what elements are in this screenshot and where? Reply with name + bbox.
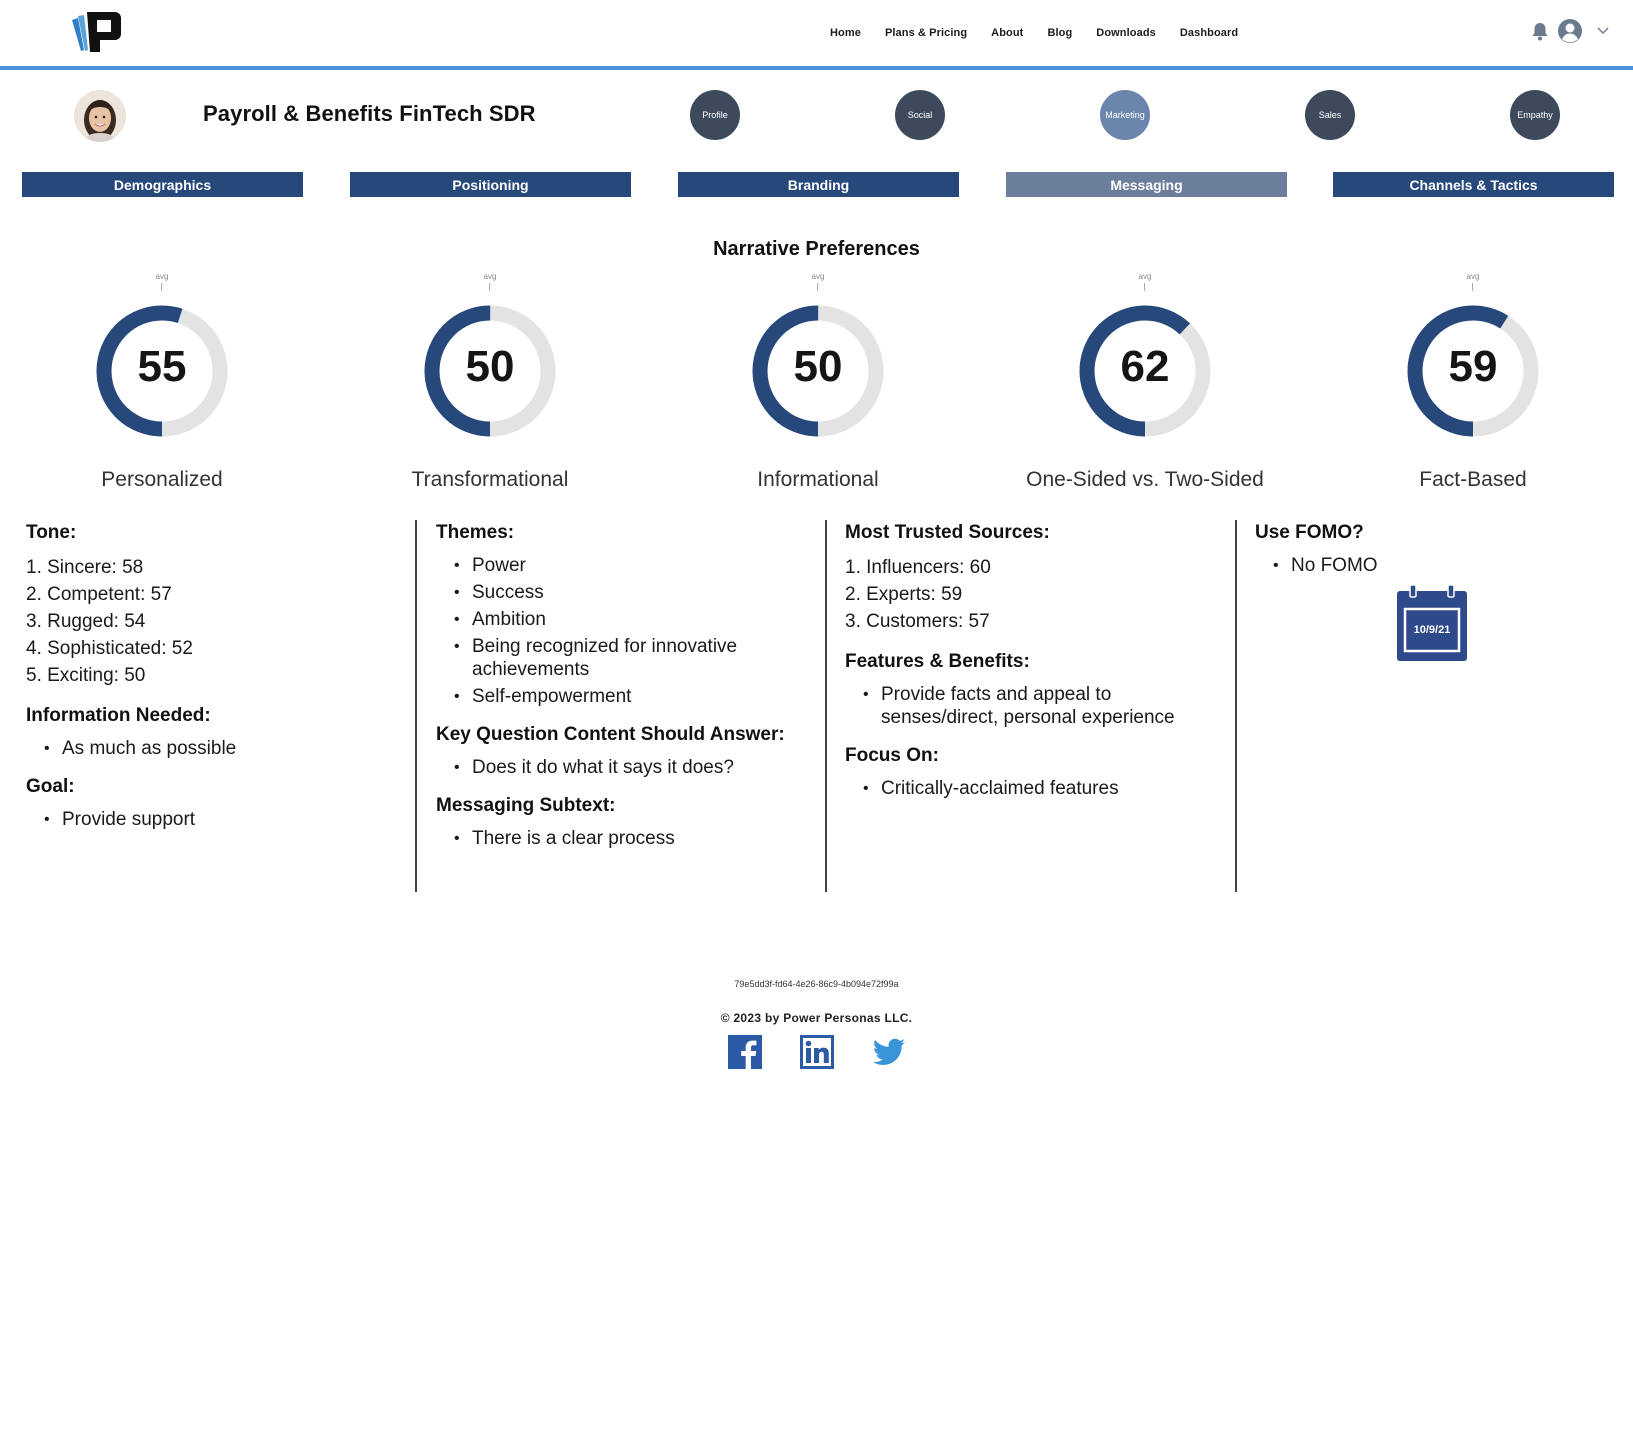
gauge-informational: avg 50 Informational — [688, 272, 948, 502]
column-fomo: Use FOMO? No FOMO — [1255, 520, 1615, 892]
focus-on-heading: Focus On: — [845, 745, 939, 766]
avg-label: avg — [811, 272, 825, 281]
goal-item: Provide support — [26, 808, 396, 831]
column-sources: Most Trusted Sources: 1. Influencers: 60… — [845, 520, 1220, 892]
avg-tick — [161, 283, 162, 291]
avg-tick — [1144, 283, 1145, 291]
key-question-heading: Key Question Content Should Answer: — [436, 724, 785, 745]
tone-item: 3. Rugged: 54 — [26, 611, 146, 632]
themes-item: Power — [436, 554, 806, 577]
themes-item: Success — [436, 581, 806, 604]
user-controls — [1531, 18, 1611, 44]
gauge-personalized: avg 55 Personalized — [32, 272, 292, 502]
source-item: 1. Influencers: 60 — [845, 557, 991, 578]
features-benefits-item: Provide facts and appeal to senses/direc… — [845, 683, 1220, 729]
column-tone: Tone: 1. Sincere: 58 2. Competent: 57 3.… — [26, 520, 396, 892]
avg-tick — [489, 283, 490, 291]
bell-icon[interactable] — [1531, 21, 1549, 41]
tone-heading: Tone: — [26, 522, 77, 543]
avg-label: avg — [1466, 272, 1480, 281]
themes-item: Ambition — [436, 608, 806, 631]
messaging-subtext-item: There is a clear process — [436, 827, 806, 850]
nav-downloads[interactable]: Downloads — [1096, 24, 1156, 44]
nav-home[interactable]: Home — [830, 24, 861, 44]
gauge-transformational: avg 50 Transformational — [360, 272, 620, 502]
information-needed-item: As much as possible — [26, 737, 396, 760]
persona-title: Payroll & Benefits FinTech SDR — [203, 101, 536, 126]
source-item: 2. Experts: 59 — [845, 584, 963, 605]
themes-heading: Themes: — [436, 522, 515, 543]
twitter-icon[interactable] — [872, 1035, 906, 1069]
column-themes: Themes: Power Success Ambition Being rec… — [436, 520, 806, 892]
tab-messaging[interactable]: Messaging — [1006, 172, 1287, 197]
tab-positioning[interactable]: Positioning — [350, 172, 631, 197]
gauge-fact-based: avg 59 Fact-Based — [1343, 272, 1603, 502]
tone-item: 5. Exciting: 50 — [26, 665, 146, 686]
most-trusted-sources-heading: Most Trusted Sources: — [845, 522, 1050, 543]
tone-item: 1. Sincere: 58 — [26, 557, 144, 578]
tone-item: 2. Competent: 57 — [26, 584, 172, 605]
tone-item: 4. Sophisticated: 52 — [26, 638, 193, 659]
section-title: Narrative Preferences — [713, 238, 920, 260]
power-personas-logo[interactable] — [72, 10, 128, 54]
nav-dashboard[interactable]: Dashboard — [1180, 24, 1238, 44]
gauge-value: 59 — [1448, 342, 1498, 391]
gauge-value: 50 — [793, 342, 843, 391]
user-avatar-icon[interactable] — [1557, 18, 1583, 44]
gauge-one-sided-two-sided: avg 62 One-Sided vs. Two-Sided — [1015, 272, 1275, 502]
tab-channels-tactics[interactable]: Channels & Tactics — [1333, 172, 1614, 197]
use-fomo-item: No FOMO — [1255, 554, 1615, 577]
themes-item: Being recognized for innovative achievem… — [436, 635, 806, 681]
empathy-button[interactable]: Empathy — [1510, 90, 1560, 140]
sales-button[interactable]: Sales — [1305, 90, 1355, 140]
footer-id: 79e5dd3f-fd64-4e26-86c9-4b094e72f99a — [734, 979, 899, 989]
gauge-label: One-Sided vs. Two-Sided — [1026, 468, 1264, 491]
nav-about[interactable]: About — [991, 24, 1023, 44]
footer-copyright: © 2023 by Power Personas LLC. — [720, 1011, 913, 1025]
avg-label: avg — [483, 272, 497, 281]
information-needed-heading: Information Needed: — [26, 705, 211, 726]
profile-button[interactable]: Profile — [690, 90, 740, 140]
chevron-down-icon[interactable] — [1595, 23, 1611, 39]
social-button[interactable]: Social — [895, 90, 945, 140]
use-fomo-heading: Use FOMO? — [1255, 522, 1364, 543]
gauge-label: Fact-Based — [1419, 468, 1527, 491]
site-header: Home Plans & Pricing About Blog Download… — [0, 0, 1633, 70]
column-divider — [1235, 520, 1237, 892]
avg-tick — [1472, 283, 1473, 291]
source-item: 3. Customers: 57 — [845, 611, 990, 632]
tab-branding[interactable]: Branding — [678, 172, 959, 197]
goal-heading: Goal: — [26, 776, 75, 797]
avg-label: avg — [155, 272, 169, 281]
calendar-icon — [1397, 584, 1467, 661]
gauge-label: Informational — [757, 468, 879, 491]
nav-plans-pricing[interactable]: Plans & Pricing — [885, 24, 967, 44]
gauge-value: 50 — [465, 342, 515, 391]
features-benefits-heading: Features & Benefits: — [845, 651, 1030, 672]
gauge-label: Personalized — [101, 468, 223, 491]
column-divider — [415, 520, 417, 892]
tab-demographics[interactable]: Demographics — [22, 172, 303, 197]
gauge-value: 55 — [137, 342, 187, 391]
column-divider — [825, 520, 827, 892]
focus-on-item: Critically-acclaimed features — [845, 777, 1220, 800]
linkedin-icon[interactable] — [800, 1035, 834, 1069]
main-nav: Home Plans & Pricing About Blog Download… — [830, 24, 1262, 44]
persona-portrait — [74, 90, 126, 142]
calendar-date: 10/9/21 — [1413, 624, 1451, 636]
avg-tick — [817, 283, 818, 291]
themes-item: Self-empowerment — [436, 685, 806, 708]
messaging-subtext-heading: Messaging Subtext: — [436, 795, 616, 816]
gauge-value: 62 — [1120, 342, 1170, 391]
persona-avatar — [74, 90, 126, 142]
gauge-label: Transformational — [411, 468, 569, 491]
facebook-icon[interactable] — [728, 1035, 762, 1069]
avg-label: avg — [1138, 272, 1152, 281]
key-question-item: Does it do what it says it does? — [436, 756, 806, 779]
marketing-button[interactable]: Marketing — [1100, 90, 1150, 140]
nav-blog[interactable]: Blog — [1047, 24, 1072, 44]
